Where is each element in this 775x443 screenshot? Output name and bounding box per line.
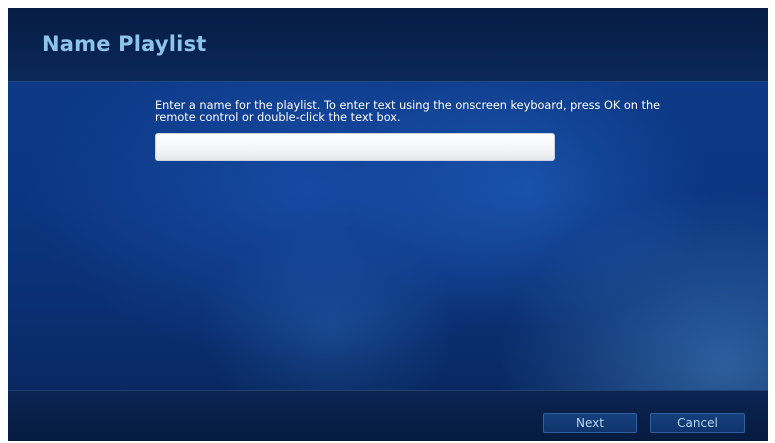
next-button[interactable]: Next xyxy=(543,413,637,433)
background-light-streak xyxy=(458,158,768,418)
playlist-name-input[interactable] xyxy=(155,133,555,161)
instruction-text: Enter a name for the playlist. To enter … xyxy=(155,99,661,124)
header-bar: Name Playlist xyxy=(8,8,768,82)
screenshot-frame: Name Playlist Enter a name for the playl… xyxy=(0,0,775,443)
background-light-glow xyxy=(188,218,448,398)
page-title: Name Playlist xyxy=(42,32,207,56)
footer-divider xyxy=(8,390,768,391)
media-center-window: Name Playlist Enter a name for the playl… xyxy=(8,8,768,441)
footer-bar: Next Cancel xyxy=(8,390,768,441)
header-divider xyxy=(8,81,768,82)
cancel-button[interactable]: Cancel xyxy=(650,413,745,433)
